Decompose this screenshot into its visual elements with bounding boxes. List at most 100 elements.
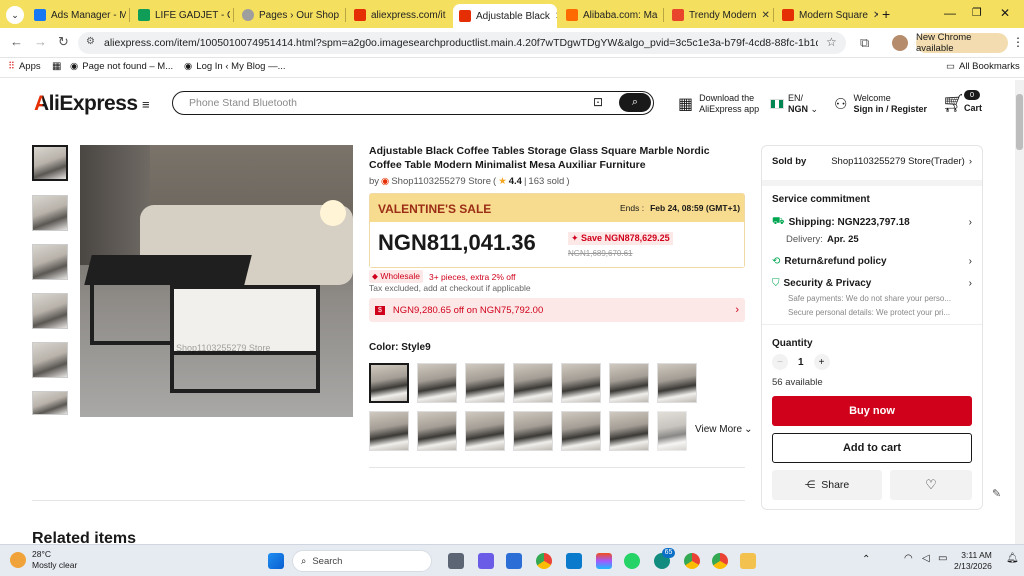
all-bookmarks-button[interactable]: ▭ All Bookmarks [946,61,1020,72]
bookmark-tabgroup[interactable]: ▦ [52,61,61,72]
store-link[interactable]: Shop1103255279 Store [391,176,491,187]
taskbar-search[interactable]: ⌕ Search [292,550,432,572]
page-scrollbar[interactable] [1015,80,1024,544]
address-bar[interactable]: ⚙ aliexpress.com/item/1005010074951414.h… [78,32,846,54]
search-button[interactable]: ⌕ [619,93,651,112]
site-info-icon[interactable]: ⚙ [86,36,95,47]
weather-widget[interactable]: 28°C Mostly clear [10,549,77,571]
tray-chevron-icon[interactable]: ⌃ [862,554,870,565]
chrome-profile-icon[interactable] [684,553,700,569]
url-text[interactable]: aliexpress.com/item/1005010074951414.htm… [104,37,818,49]
category-menu-icon[interactable]: ≡ [142,97,150,112]
vscode-icon[interactable] [566,553,582,569]
file-explorer-icon[interactable] [740,553,756,569]
color-swatch[interactable] [561,363,601,403]
search-bar[interactable]: Phone Stand Bluetooth ⊡ ⌕ [172,91,654,115]
coupon-bar[interactable]: $ NGN9,280.65 off on NGN75,792.00 › [369,298,745,322]
figma-icon[interactable] [596,553,612,569]
tab-pages[interactable]: Pages › Our Shop✕ [236,4,342,26]
back-button[interactable]: ← [10,34,23,49]
chat-icon[interactable] [478,553,494,569]
gallery-thumbnail[interactable] [32,342,68,378]
close-icon[interactable]: ✕ [873,10,878,21]
task-view-icon[interactable] [448,553,464,569]
color-swatch[interactable] [465,411,505,451]
cart-button[interactable]: 🛒︎ 0 Cart [942,90,986,116]
new-tab-button[interactable]: + [882,6,890,22]
color-swatch[interactable] [609,363,649,403]
aliexpress-logo[interactable]: AliExpress [34,92,138,116]
buy-now-button[interactable]: Buy now [772,396,972,426]
restore-button[interactable]: ❐ [972,6,982,19]
color-swatch[interactable] [369,411,409,451]
view-more-button[interactable]: View More ⌄ [695,424,752,435]
color-swatch[interactable] [513,363,553,403]
sold-by-store[interactable]: Shop1103255279 Store(Trader) [831,156,965,167]
account-menu[interactable]: ⚇ Welcome Sign in / Register [834,93,927,115]
minimize-button[interactable]: — [944,6,956,20]
profile-avatar[interactable] [892,35,908,51]
forward-button[interactable]: → [34,34,47,49]
increment-button[interactable]: + [813,354,830,370]
chrome-menu-icon[interactable]: ⋮ [1012,35,1024,49]
share-button[interactable]: ⋲ Share [772,470,882,500]
extension-icon[interactable]: ⧉ [860,35,869,51]
store-icon[interactable] [506,553,522,569]
language-currency[interactable]: EN/NGN ⌄ [770,93,818,115]
color-swatch[interactable] [657,411,687,451]
color-swatch[interactable] [465,363,505,403]
tab-search-button[interactable]: ⌄ [6,6,24,24]
wishlist-button[interactable]: ♡ [890,470,972,500]
windows-start-icon[interactable] [268,553,284,569]
download-app[interactable]: ▦ Download the AliExpress app [678,93,759,115]
gallery-thumbnail[interactable] [32,244,68,280]
close-icon[interactable]: ✕ [555,11,557,22]
color-swatch[interactable] [417,411,457,451]
star-icon[interactable]: ☆ [826,35,837,49]
close-icon[interactable]: ✕ [761,10,769,21]
shipping-row[interactable]: ⛟ Shipping: NGN223,797.18 › [772,216,972,229]
new-chrome-button[interactable]: New Chrome available [916,32,1008,54]
tab-modern-square[interactable]: Modern Square ✕ [776,4,878,26]
decrement-button[interactable]: − [772,354,788,370]
wifi-icon[interactable]: ◠ [904,553,913,564]
bookmark-apps[interactable]: ⠿ Apps [8,61,41,72]
gallery-thumbnail[interactable] [32,391,68,415]
chrome-icon[interactable] [536,553,552,569]
color-swatch[interactable] [369,363,409,403]
gallery-thumbnail[interactable] [32,145,68,181]
tab-life-gadjet[interactable]: LIFE GADJET - G✕ [132,4,230,26]
chrome-profile-icon[interactable] [712,553,728,569]
gallery-thumbnail[interactable] [32,195,68,231]
return-policy-row[interactable]: ⟲ Return&refund policy › [772,256,972,267]
product-main-image[interactable]: Shop1103255279 Store [80,145,353,417]
color-swatch[interactable] [417,363,457,403]
tab-adjustable-black[interactable]: Adjustable Black ✕ [453,4,557,28]
add-to-cart-button[interactable]: Add to cart [772,433,972,463]
bookmark-login[interactable]: ◉ Log In ‹ My Blog —... [184,61,286,72]
reload-button[interactable]: ↻ [58,34,69,50]
rating-value[interactable]: 4.4 [509,176,522,187]
notifications-icon[interactable]: 🔔︎ [1006,553,1019,564]
sold-by-row[interactable]: Sold by Shop1103255279 Store(Trader) › [772,156,972,167]
gallery-thumbnail[interactable] [32,293,68,329]
tab-alibaba[interactable]: Alibaba.com: Ma✕ [560,4,660,26]
tab-aliexpress[interactable]: aliexpress.com/it✕ [348,4,450,26]
camera-search-icon[interactable]: ⊡ [593,95,603,109]
color-swatch[interactable] [609,411,649,451]
edit-icon[interactable]: ✎ [992,487,1001,500]
bookmark-page-not-found[interactable]: ◉ Page not found – M... [70,61,173,72]
quantity-stepper[interactable]: − 1 + [772,354,830,370]
color-swatch[interactable] [513,411,553,451]
tab-ads-manager[interactable]: Ads Manager - M✕ [28,4,126,26]
battery-icon[interactable]: ▭ [938,553,947,564]
search-input[interactable]: Phone Stand Bluetooth [189,97,297,109]
tab-trendy-modern[interactable]: Trendy Modern ✕ [666,4,770,26]
color-swatch[interactable] [657,363,697,403]
scrollbar-thumb[interactable] [1016,94,1023,150]
clock[interactable]: 3:11 AM 2/13/2026 [954,550,992,572]
security-row[interactable]: ⛉ Security & Privacy › [772,278,972,289]
whatsapp-icon[interactable] [624,553,640,569]
volume-icon[interactable]: ◁ [922,553,930,564]
close-window-button[interactable]: ✕ [1000,6,1010,20]
